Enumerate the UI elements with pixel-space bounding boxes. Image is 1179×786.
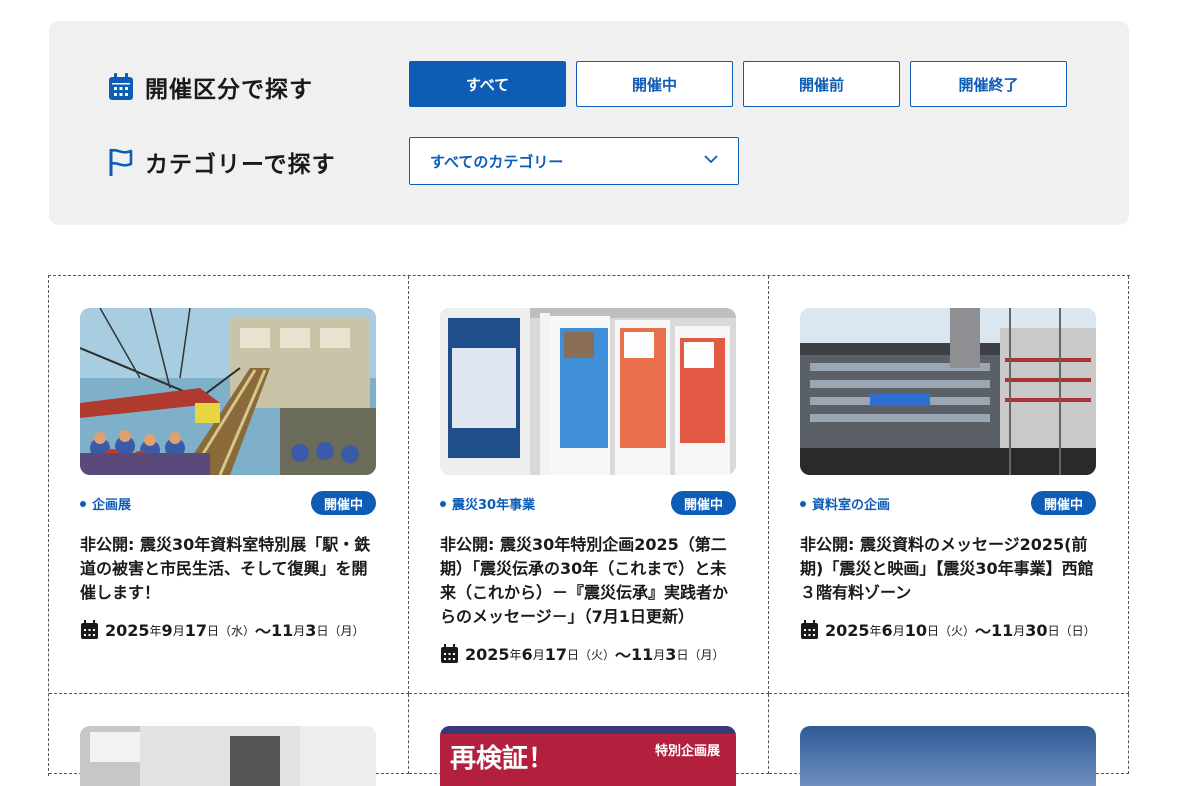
event-category: 震災30年事業 [440,494,535,513]
filter-upcoming-button[interactable]: 開催前 [743,61,900,107]
event-thumbnail-partial[interactable] [800,726,1096,786]
event-category: 資料室の企画 [800,494,890,513]
event-date: 2025 年 6 月 10 日（火）～ 11 月 30 日（日） [800,618,1096,642]
event-card[interactable]: 再検証！ 特別企画展 [409,694,769,786]
event-thumbnail-building[interactable] [800,308,1096,475]
status-badge: 開催中 [311,491,376,515]
chevron-down-icon [704,155,718,164]
event-category: 企画展 [80,494,131,513]
event-thumbnail-panels[interactable] [440,308,736,475]
event-thumbnail-painting[interactable] [80,308,376,475]
calendar-icon [81,620,98,639]
event-thumbnail-partial[interactable] [80,726,376,786]
event-card[interactable]: 震災30年事業 開催中 非公開: 震災30年特別企画2025（第二期）「震災伝承… [409,276,769,694]
event-card[interactable] [769,694,1129,786]
flag-icon [109,148,133,176]
calendar-icon [109,73,133,100]
category-select[interactable]: すべてのカテゴリー [409,137,739,185]
event-grid: 企画展 開催中 非公開: 震災30年資料室特別展「駅・鉄道の被害と市民生活、そし… [48,275,1130,786]
filter-ongoing-button[interactable]: 開催中 [576,61,733,107]
calendar-icon [441,644,458,663]
status-badge: 開催中 [1031,491,1096,515]
filter-all-button[interactable]: すべて [409,61,566,107]
event-thumbnail-partial[interactable]: 再検証！ 特別企画展 [440,726,736,786]
event-title[interactable]: 非公開: 震災30年資料室特別展「駅・鉄道の被害と市民生活、そして復興」を開催し… [80,533,380,605]
event-date: 2025 年 9 月 17 日（水）～ 11 月 3 日（月） [80,618,364,642]
calendar-icon [801,620,818,639]
status-badge: 開催中 [671,491,736,515]
filter-ended-button[interactable]: 開催終了 [910,61,1067,107]
filter-panel: 開催区分で探す すべて 開催中 開催前 開催終了 カテゴリーで探す すべてのカテ… [49,21,1129,225]
status-filter-label: 開催区分で探す [107,70,313,104]
category-filter-label: カテゴリーで探す [107,145,336,179]
event-card[interactable]: 企画展 開催中 非公開: 震災30年資料室特別展「駅・鉄道の被害と市民生活、そし… [49,276,409,694]
event-card[interactable]: 資料室の企画 開催中 非公開: 震災資料のメッセージ2025(前期)「震災と映画… [769,276,1129,694]
event-title[interactable]: 非公開: 震災30年特別企画2025（第二期）「震災伝承の30年（これまで）と未… [440,533,740,629]
event-title[interactable]: 非公開: 震災資料のメッセージ2025(前期)「震災と映画」【震災30年事業】西… [800,533,1100,605]
event-date: 2025 年 6 月 17 日（火）～ 11 月 3 日（月） [440,642,724,666]
event-card[interactable] [49,694,409,786]
